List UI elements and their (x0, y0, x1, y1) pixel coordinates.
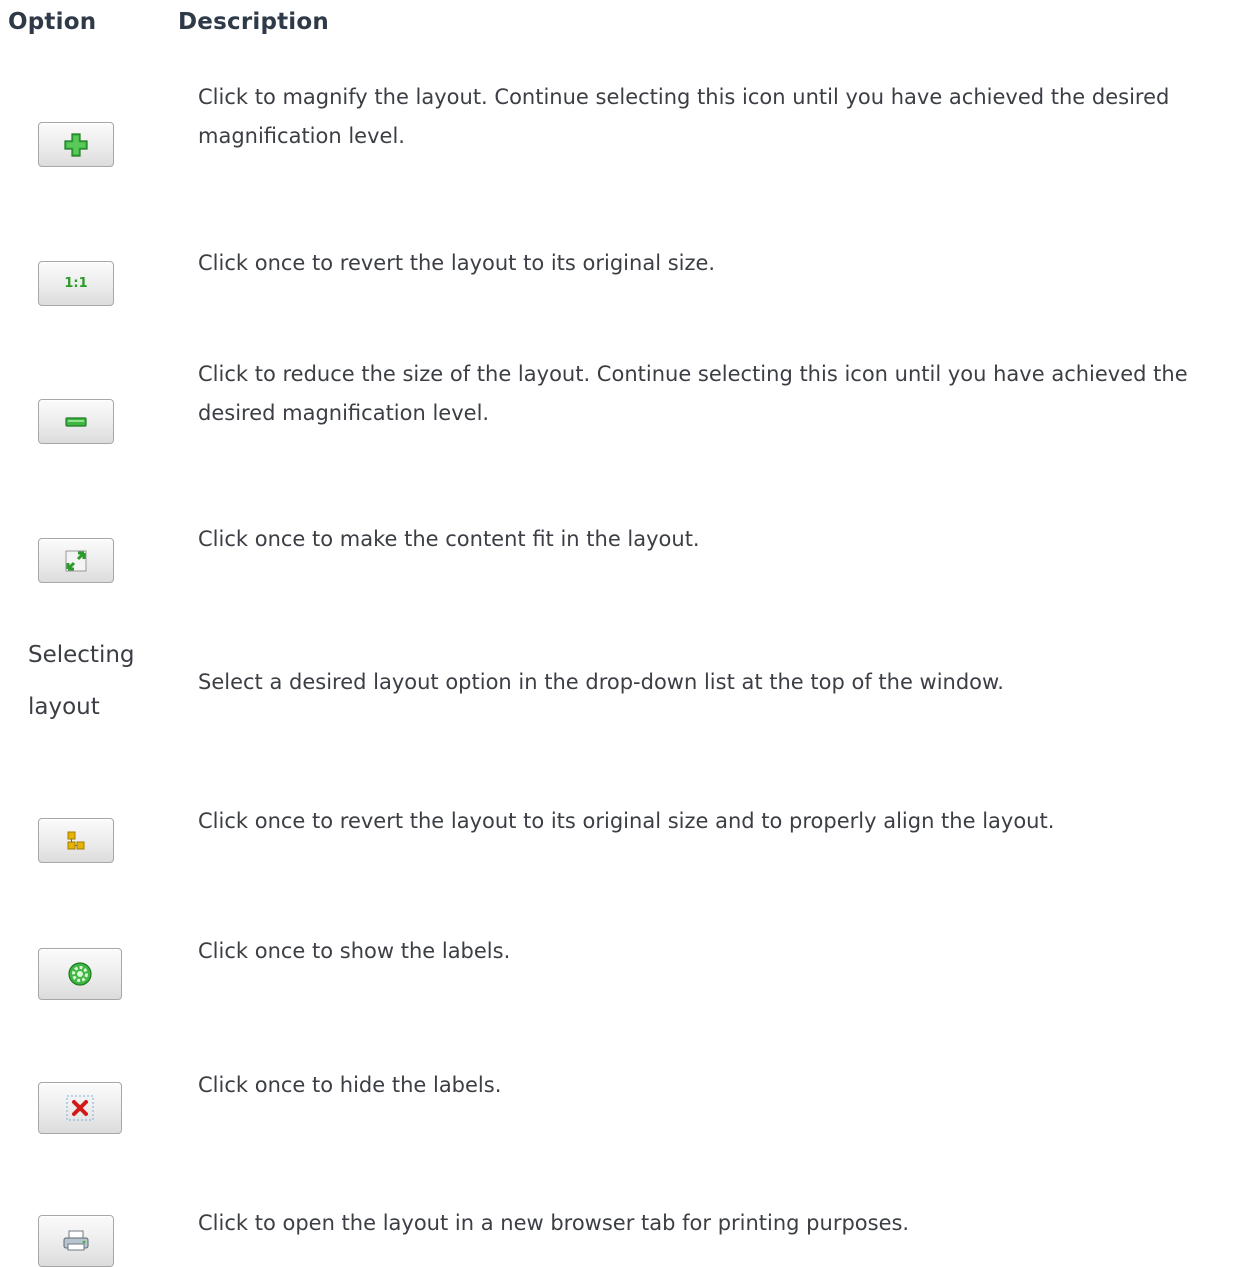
zoom-out-button[interactable] (38, 399, 114, 444)
hide-labels-button[interactable] (38, 1082, 122, 1134)
zoom-in-button[interactable] (38, 122, 114, 167)
row-description: Click to reduce the size of the layout. … (198, 362, 1188, 425)
row-description: Click to open the layout in a new browse… (198, 1211, 910, 1235)
row-description: Click to magnify the layout. Continue se… (198, 85, 1170, 148)
column-header-option: Option (8, 9, 97, 35)
option-text: Selecting layout (28, 642, 135, 720)
hide-labels-icon (66, 1095, 94, 1121)
row-description: Click once to revert the layout to its o… (198, 809, 1055, 833)
actual-size-icon: 1:1 (64, 276, 88, 291)
fit-content-icon (65, 550, 87, 571)
show-labels-button[interactable] (38, 948, 122, 1000)
fit-content-button[interactable] (38, 538, 114, 583)
show-labels-icon (68, 962, 92, 986)
print-button[interactable] (38, 1215, 114, 1267)
zoom-in-icon (64, 132, 88, 157)
align-layout-icon (67, 831, 85, 849)
row-description: Click once to make the content fit in th… (198, 527, 700, 551)
print-icon (63, 1230, 89, 1251)
row-description: Click once to hide the labels. (198, 1073, 502, 1097)
column-header-description: Description (178, 9, 329, 35)
row-description: Click once to show the labels. (198, 939, 511, 963)
actual-size-button[interactable]: 1:1 (38, 261, 114, 306)
row-description: Select a desired layout option in the dr… (198, 670, 1004, 694)
align-layout-button[interactable] (38, 818, 114, 863)
zoom-out-icon (65, 416, 87, 427)
row-description: Click once to revert the layout to its o… (198, 251, 716, 275)
